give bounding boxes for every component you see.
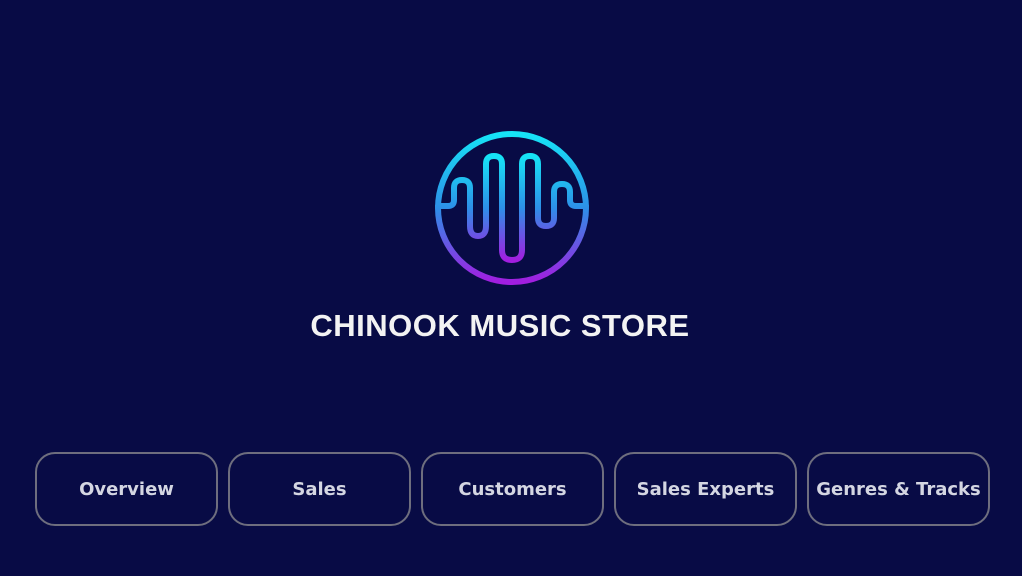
- sales-button[interactable]: Sales: [228, 452, 411, 526]
- overview-button[interactable]: Overview: [35, 452, 218, 526]
- sales-experts-button[interactable]: Sales Experts: [614, 452, 797, 526]
- customers-button[interactable]: Customers: [421, 452, 604, 526]
- soundwave-logo-icon: [430, 126, 594, 290]
- main-nav: Overview Sales Customers Sales Experts G…: [35, 452, 990, 526]
- page-title: CHINOOK MUSIC STORE: [310, 308, 690, 343]
- landing-page: CHINOOK MUSIC STORE Overview Sales Custo…: [0, 0, 1022, 576]
- genres-tracks-button[interactable]: Genres & Tracks: [807, 452, 990, 526]
